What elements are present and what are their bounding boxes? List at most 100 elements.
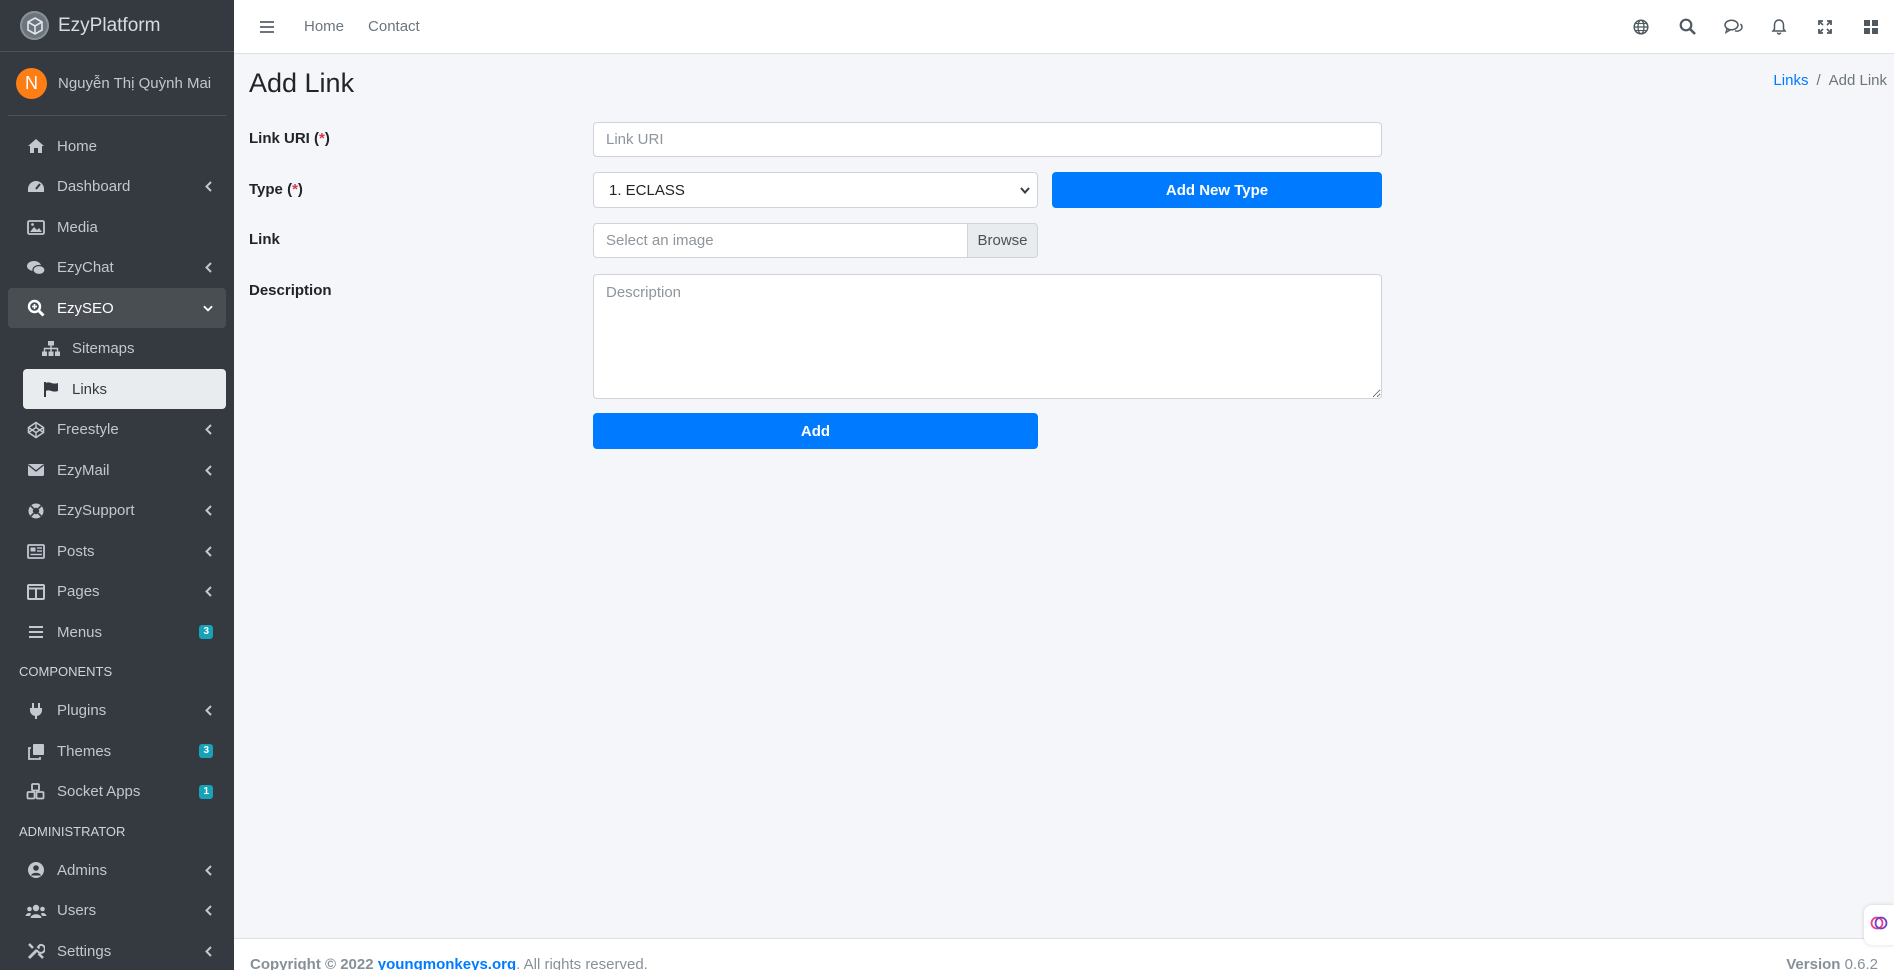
footer-version: Version 0.6.2	[1786, 956, 1878, 970]
plug-icon	[25, 700, 47, 722]
type-label-text: Type	[249, 181, 283, 198]
search-icon[interactable]	[1664, 7, 1710, 47]
footer-suffix: . All rights reserved.	[516, 956, 648, 970]
sidebar-item-settings[interactable]: Settings	[8, 931, 226, 970]
footer: Copyright © 2022 youngmonkeys.org. All r…	[234, 938, 1894, 970]
sidebar-item-home[interactable]: Home	[8, 126, 226, 166]
sidebar-item-label: Plugins	[57, 702, 107, 719]
expand-icon[interactable]	[1802, 7, 1848, 47]
nav-header-administrator: ADMINISTRATOR	[19, 823, 126, 839]
user-name[interactable]: Nguyễn Thị Quỳnh Mai	[58, 75, 211, 92]
hamburger-menu-icon[interactable]	[254, 14, 280, 40]
sidebar-item-label: EzyMail	[57, 461, 110, 479]
sidebar-item-themes[interactable]: Themes 3	[8, 731, 226, 771]
tools-icon	[25, 940, 47, 962]
comments-icon[interactable]	[1710, 7, 1756, 47]
footer-link[interactable]: youngmonkeys.org	[378, 956, 516, 970]
columns-icon	[25, 581, 47, 603]
chevron-left-icon	[203, 544, 213, 558]
bars-icon	[25, 621, 47, 643]
required-close: )	[324, 130, 330, 147]
avatar: N	[16, 68, 47, 99]
user-panel[interactable]: N Nguyễn Thị Quỳnh Mai	[8, 52, 226, 116]
type-select[interactable]: 1. ECLASS	[593, 172, 1038, 208]
footer-copyright-text: Copyright © 2022	[250, 956, 374, 970]
chevron-left-icon	[203, 904, 213, 918]
footer-copyright: Copyright © 2022 youngmonkeys.org	[250, 956, 516, 970]
comments-icon	[25, 257, 47, 279]
nav-link-contact[interactable]: Contact	[368, 18, 420, 35]
bell-icon[interactable]	[1756, 7, 1802, 47]
chevron-left-icon	[203, 423, 213, 437]
sidebar-item-pages[interactable]: Pages	[8, 572, 226, 612]
type-label: Type (*)	[249, 181, 303, 198]
sidebar-item-label: Admins	[57, 861, 108, 879]
sidebar-item-ezysupport[interactable]: EzySupport	[8, 491, 226, 531]
add-new-type-button[interactable]: Add New Type	[1052, 172, 1382, 208]
envelope-icon	[25, 459, 47, 481]
floating-widget[interactable]	[1864, 905, 1894, 945]
chevron-down-icon	[203, 301, 213, 315]
grid-icon[interactable]	[1848, 7, 1894, 47]
breadcrumb-link-links[interactable]: Links	[1773, 72, 1808, 89]
nav-link-home[interactable]: Home	[304, 18, 344, 35]
nav-header-components: COMPONENTS	[19, 664, 113, 679]
brain-icon	[1870, 914, 1888, 937]
link-label: Link	[249, 231, 280, 248]
description-textarea[interactable]	[593, 274, 1382, 399]
sidebar-item-label: Settings	[57, 942, 112, 960]
breadcrumb-current: Add Link	[1828, 72, 1887, 89]
sidebar-item-ezychat[interactable]: EzyChat	[8, 248, 226, 288]
brand-logo-icon	[20, 11, 49, 40]
breadcrumb-separator: /	[1816, 72, 1821, 89]
sidebar-item-label: EzyChat	[57, 259, 114, 276]
sidebar-item-media[interactable]: Media	[8, 207, 226, 247]
required-close: )	[297, 181, 303, 198]
clone-icon	[25, 740, 47, 762]
sidebar-item-label: Media	[57, 218, 98, 236]
sidebar-item-ezyseo[interactable]: EzySEO	[8, 288, 226, 328]
sidebar-item-label: Freestyle	[57, 421, 119, 438]
sidebar-item-admins[interactable]: Admins	[8, 850, 226, 890]
sidebar-item-label: Pages	[57, 583, 100, 600]
page-title: Add Link	[249, 68, 355, 98]
browse-button[interactable]: Browse	[967, 223, 1038, 258]
add-button[interactable]: Add	[593, 413, 1038, 449]
sidebar-item-label: Dashboard	[57, 178, 131, 195]
sidebar-item-label: Users	[57, 902, 97, 919]
link-uri-label: Link URI (*)	[249, 130, 330, 147]
tachometer-icon	[25, 176, 47, 198]
sidebar-item-dashboard[interactable]: Dashboard	[8, 167, 226, 207]
version-label: Version	[1786, 956, 1841, 970]
codepen-icon	[25, 419, 47, 441]
sidebar-item-socket-apps[interactable]: Socket Apps 1	[8, 772, 226, 812]
chevron-left-icon	[203, 463, 213, 477]
main-content: Add Link Links / Add Link Link URI (*) T…	[234, 54, 1894, 938]
brand-link[interactable]: EzyPlatform	[0, 0, 234, 52]
sitemap-icon	[40, 338, 62, 360]
user-circle-icon	[25, 859, 47, 881]
sidebar-item-users[interactable]: Users	[8, 891, 226, 931]
cubes-icon	[25, 781, 47, 803]
count-badge: 3	[199, 625, 213, 639]
sidebar-item-ezymail[interactable]: EzyMail	[8, 450, 226, 490]
sidebar-item-menus[interactable]: Menus 3	[8, 612, 226, 652]
sidebar-item-posts[interactable]: Posts	[8, 531, 226, 571]
image-icon	[25, 216, 47, 238]
sidebar-item-sitemaps[interactable]: Sitemaps	[8, 329, 226, 369]
sidebar-item-label: Posts	[57, 542, 95, 560]
link-uri-input[interactable]	[593, 122, 1382, 157]
sidebar-item-label: EzySEO	[57, 299, 114, 317]
sidebar-item-links[interactable]: Links	[23, 369, 226, 409]
users-icon	[25, 900, 47, 922]
link-uri-label-text: Link URI	[249, 130, 310, 147]
globe-icon[interactable]	[1618, 7, 1664, 47]
sidebar-item-label: Links	[72, 380, 108, 398]
home-icon	[25, 135, 47, 157]
sidebar-item-plugins[interactable]: Plugins	[8, 691, 226, 731]
sidebar-item-freestyle[interactable]: Freestyle	[8, 410, 226, 450]
version-number: 0.6.2	[1844, 956, 1878, 970]
sidebar-item-label: Socket Apps	[57, 783, 141, 800]
chevron-left-icon	[203, 863, 213, 877]
link-image-input[interactable]	[593, 223, 968, 258]
